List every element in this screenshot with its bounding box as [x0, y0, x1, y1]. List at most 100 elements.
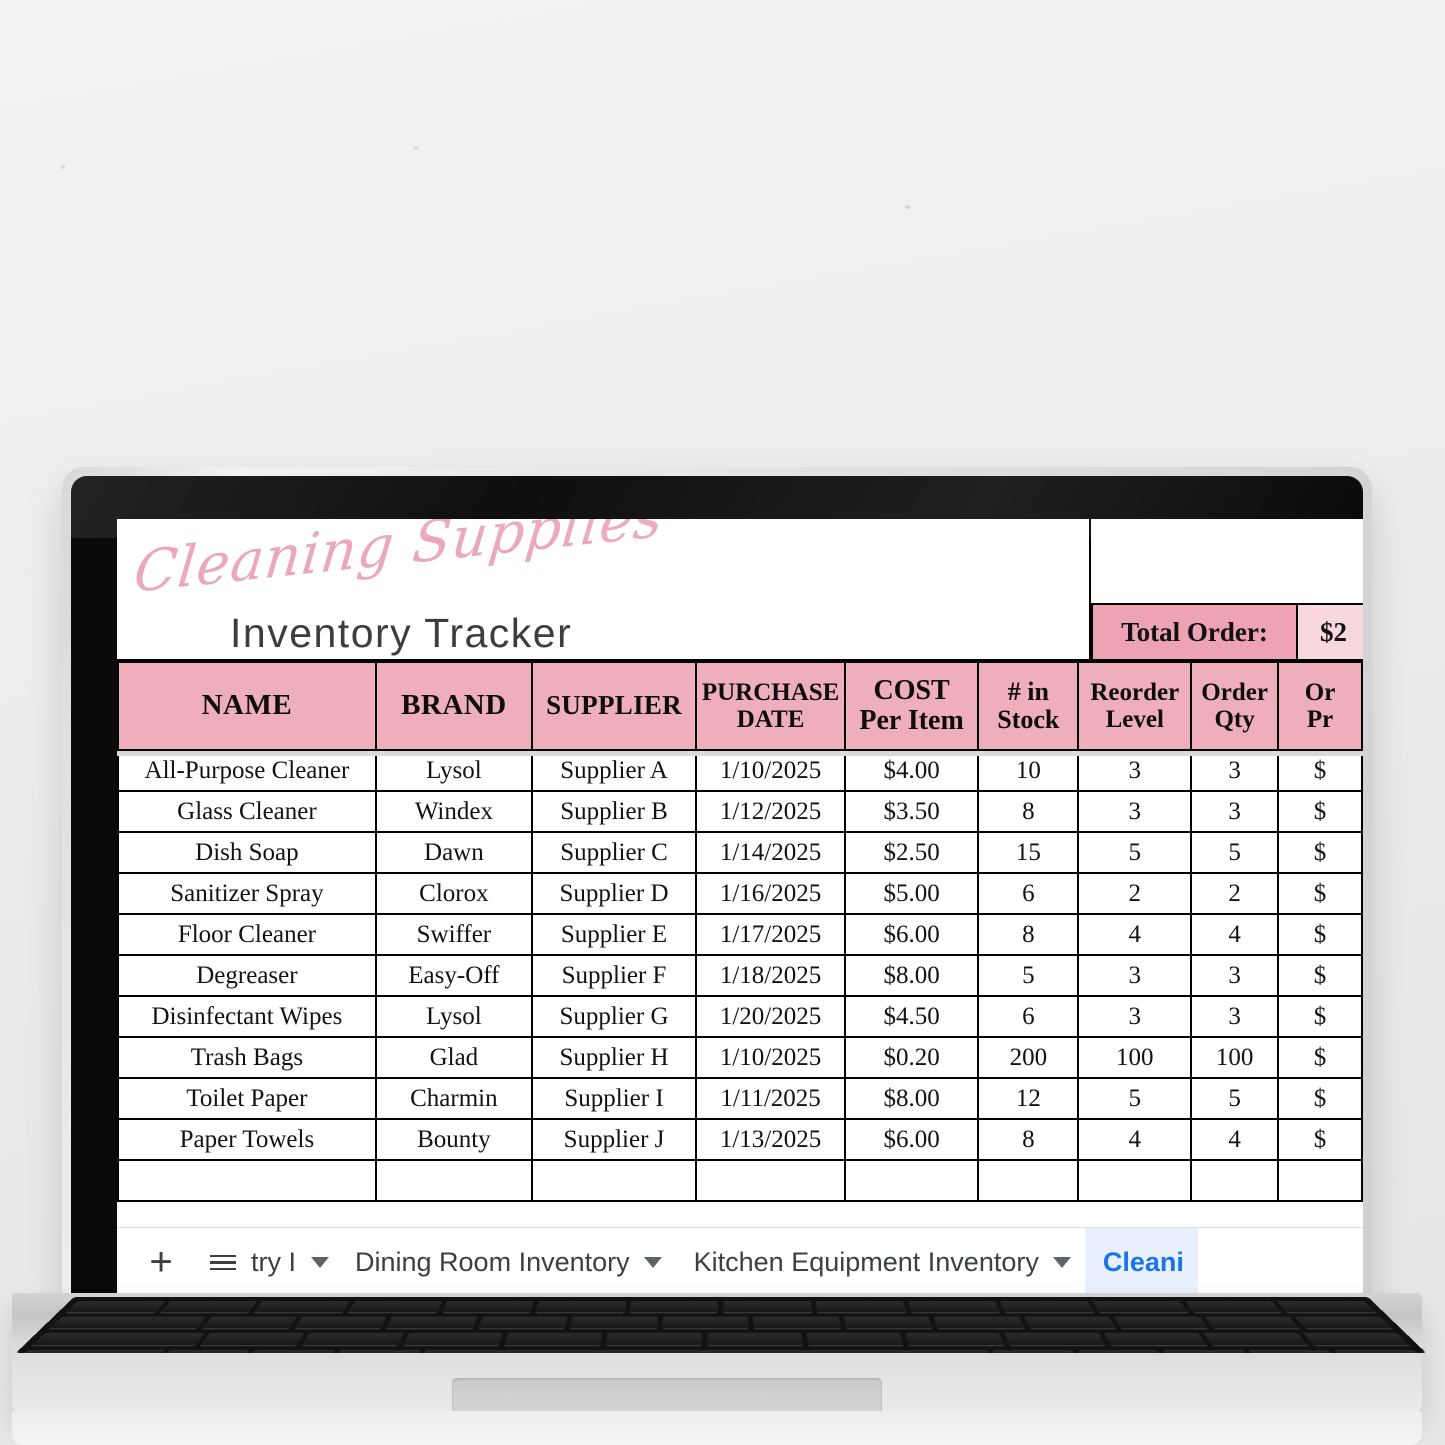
cell-qty[interactable]: 4 [1190, 913, 1280, 956]
cell-empty[interactable] [117, 1159, 377, 1202]
column-header-reorder-level[interactable]: Reorder Level [1077, 661, 1193, 751]
cell-price[interactable]: $ [1277, 749, 1363, 792]
cell-date[interactable]: 1/16/2025 [695, 872, 846, 915]
table-row[interactable]: Dish Soap Dawn Supplier C 1/14/2025 $2.50 15 5… [117, 831, 1363, 874]
cell-brand[interactable]: Dawn [374, 831, 533, 874]
cell-date[interactable]: 1/17/2025 [695, 913, 846, 956]
cell-price[interactable]: $ [1277, 1077, 1363, 1120]
cell-stock[interactable]: 15 [977, 831, 1080, 874]
cell-date[interactable]: 1/12/2025 [695, 790, 846, 833]
cell-reorder[interactable]: 100 [1077, 1036, 1193, 1079]
cell-stock[interactable]: 200 [977, 1036, 1080, 1079]
total-order-value[interactable]: $2 [1297, 603, 1363, 661]
cell-supplier[interactable]: Supplier I [530, 1077, 698, 1120]
cell-date[interactable]: 1/13/2025 [695, 1118, 846, 1161]
cell-empty[interactable] [843, 1159, 980, 1202]
cell-supplier[interactable]: Supplier E [530, 913, 698, 956]
cell-reorder[interactable]: 3 [1077, 749, 1193, 792]
column-header-order-price[interactable]: Or Pr [1277, 661, 1363, 751]
cell-name[interactable]: Toilet Paper [117, 1077, 377, 1120]
cell-empty[interactable] [530, 1159, 698, 1202]
cell-qty[interactable]: 3 [1190, 954, 1280, 997]
sheet-tab-clipped[interactable]: Pantry Inventory [251, 1228, 297, 1297]
table-row[interactable]: Glass Cleaner Windex Supplier B 1/12/2025 $3… [117, 790, 1363, 833]
column-header-purchase-date[interactable]: PURCHASE DATE [695, 661, 846, 751]
cell-date[interactable]: 1/20/2025 [695, 995, 846, 1038]
cell-name[interactable]: Sanitizer Spray [117, 872, 377, 915]
table-row[interactable]: Degreaser Easy-Off Supplier F 1/18/2025 $8.0… [117, 954, 1363, 997]
cell-price[interactable]: $ [1277, 995, 1363, 1038]
cell-reorder[interactable]: 3 [1077, 790, 1193, 833]
cell-qty[interactable]: 3 [1190, 790, 1280, 833]
cell-name[interactable]: Paper Towels [117, 1118, 377, 1161]
table-row[interactable]: Paper Towels Bounty Supplier J 1/13/2025 $6.… [117, 1118, 1363, 1161]
cell-reorder[interactable]: 2 [1077, 872, 1193, 915]
cell-stock[interactable]: 6 [977, 995, 1080, 1038]
cell-cost[interactable]: $8.00 [843, 1077, 980, 1120]
cell-stock[interactable]: 8 [977, 913, 1080, 956]
cell-date[interactable]: 1/10/2025 [695, 1036, 846, 1079]
cell-stock[interactable]: 8 [977, 790, 1080, 833]
cell-empty[interactable] [695, 1159, 846, 1202]
table-row[interactable]: Floor Cleaner Swiffer Supplier E 1/17/2025 $… [117, 913, 1363, 956]
cell-reorder[interactable]: 5 [1077, 1077, 1193, 1120]
cell-brand[interactable]: Clorox [374, 872, 533, 915]
cell-stock[interactable]: 10 [977, 749, 1080, 792]
cell-reorder[interactable]: 4 [1077, 913, 1193, 956]
cell-supplier[interactable]: Supplier A [530, 749, 698, 792]
cell-stock[interactable]: 8 [977, 1118, 1080, 1161]
cell-reorder[interactable]: 3 [1077, 954, 1193, 997]
column-header-order-qty[interactable]: Order Qty [1190, 661, 1280, 751]
cell-name[interactable]: All-Purpose Cleaner [117, 749, 377, 792]
cell-cost[interactable]: $8.00 [843, 954, 980, 997]
cell-brand[interactable]: Lysol [374, 995, 533, 1038]
cell-qty[interactable]: 5 [1190, 1077, 1280, 1120]
cell-empty[interactable] [977, 1159, 1080, 1202]
spreadsheet-grid-area[interactable]: Cleaning Supplies Inventory Tracker Tota… [117, 519, 1363, 1227]
cell-reorder[interactable]: 4 [1077, 1118, 1193, 1161]
table-row[interactable]: All-Purpose Cleaner Lysol Supplier A 1/10/2… [117, 749, 1363, 792]
cell-supplier[interactable]: Supplier D [530, 872, 698, 915]
column-header-name[interactable]: NAME [117, 661, 377, 751]
cell-price[interactable]: $ [1277, 1118, 1363, 1161]
column-header-cost-per-item[interactable]: COST Per Item [843, 661, 980, 751]
cell-qty[interactable]: 4 [1190, 1118, 1280, 1161]
cell-brand[interactable]: Swiffer [374, 913, 533, 956]
cell-qty[interactable]: 3 [1190, 995, 1280, 1038]
column-header-brand[interactable]: BRAND [374, 661, 533, 751]
cell-stock[interactable]: 5 [977, 954, 1080, 997]
cell-supplier[interactable]: Supplier H [530, 1036, 698, 1079]
cell-supplier[interactable]: Supplier G [530, 995, 698, 1038]
cell-price[interactable]: $ [1277, 1036, 1363, 1079]
cell-reorder[interactable]: 5 [1077, 831, 1193, 874]
cell-cost[interactable]: $0.20 [843, 1036, 980, 1079]
cell-price[interactable]: $ [1277, 872, 1363, 915]
chevron-down-icon[interactable] [643, 1257, 662, 1268]
cell-qty[interactable]: 100 [1190, 1036, 1280, 1079]
column-header-in-stock[interactable]: # in Stock [977, 661, 1080, 751]
cell-empty[interactable] [1277, 1159, 1363, 1202]
cell-cost[interactable]: $5.00 [843, 872, 980, 915]
cell-price[interactable]: $ [1277, 954, 1363, 997]
cell-brand[interactable]: Bounty [374, 1118, 533, 1161]
sheet-tab-cleaning-supplies-inventory[interactable]: Cleani [1084, 1228, 1198, 1297]
cell-name[interactable]: Floor Cleaner [117, 913, 377, 956]
cell-supplier[interactable]: Supplier C [530, 831, 698, 874]
cell-price[interactable]: $ [1277, 831, 1363, 874]
table-row[interactable]: Trash Bags Glad Supplier H 1/10/2025 $0.20 20… [117, 1036, 1363, 1079]
cell-date[interactable]: 1/14/2025 [695, 831, 846, 874]
cell-supplier[interactable]: Supplier F [530, 954, 698, 997]
cell-date[interactable]: 1/10/2025 [695, 749, 846, 792]
table-row[interactable]: Disinfectant Wipes Lysol Supplier G 1/20/20… [117, 995, 1363, 1038]
sheet-tab-kitchen-equipment-inventory[interactable]: Kitchen Equipment Inventory [676, 1228, 1085, 1297]
chevron-down-icon[interactable] [311, 1257, 329, 1268]
cell-supplier[interactable]: Supplier B [530, 790, 698, 833]
table-row[interactable]: Toilet Paper Charmin Supplier I 1/11/2025 $8… [117, 1077, 1363, 1120]
add-sheet-button[interactable]: + [133, 1235, 189, 1291]
cell-brand[interactable]: Glad [374, 1036, 533, 1079]
cell-cost[interactable]: $3.50 [843, 790, 980, 833]
cell-brand[interactable]: Easy-Off [374, 954, 533, 997]
cell-name[interactable]: Disinfectant Wipes [117, 995, 377, 1038]
cell-cost[interactable]: $6.00 [843, 913, 980, 956]
cell-qty[interactable]: 3 [1190, 749, 1280, 792]
